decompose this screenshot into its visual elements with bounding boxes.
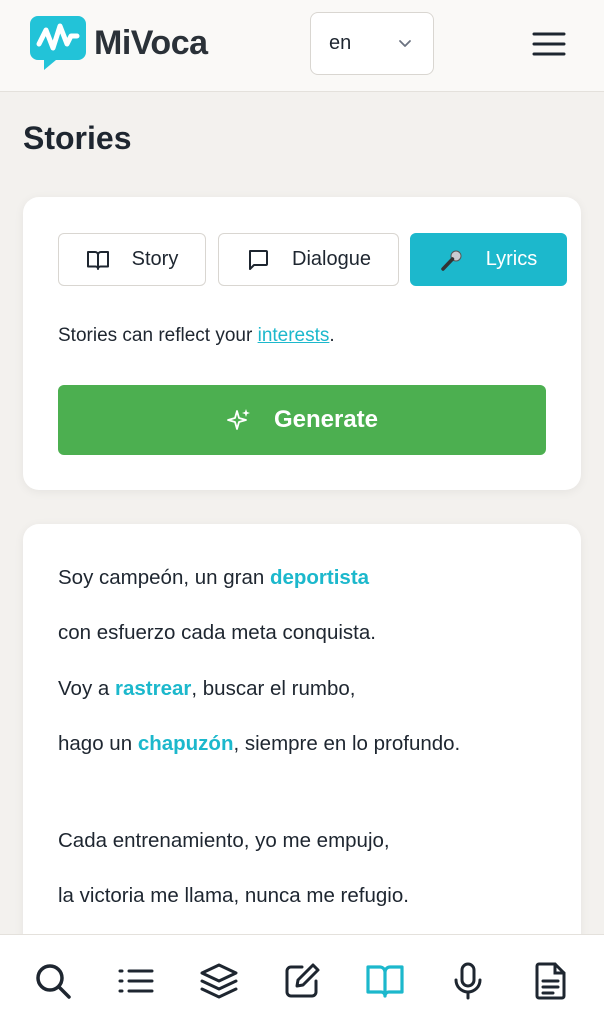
- generate-button[interactable]: Generate: [58, 385, 546, 455]
- microphone-icon: [454, 962, 482, 1000]
- lyric-text: Voy a: [58, 677, 115, 700]
- nav-documents[interactable]: [531, 961, 571, 1001]
- vocab-word[interactable]: deportista: [270, 566, 369, 589]
- hint-suffix: .: [329, 325, 335, 346]
- lyric-text: con esfuerzo cada meta conquista.: [58, 621, 376, 644]
- vocab-word[interactable]: rastrear: [115, 677, 191, 700]
- page: MiVoca en Stories Story Dialogue Lyrics …: [0, 0, 604, 1024]
- bottom-nav: [0, 934, 604, 1024]
- lyric-text: hago un: [58, 732, 138, 755]
- chevron-down-icon: [399, 40, 411, 47]
- lyrics-mode-label: Lyrics: [485, 248, 538, 270]
- logo-text: MiVoca: [94, 23, 208, 62]
- language-select[interactable]: en: [310, 12, 434, 75]
- dialogue-mode-button[interactable]: Dialogue: [218, 233, 399, 286]
- speech-bubble-icon: [249, 249, 269, 270]
- lyric-line: Soy campeón, un gran deportista: [58, 566, 369, 590]
- nav-layers[interactable]: [199, 961, 239, 1001]
- dialogue-mode-label: Dialogue: [292, 248, 371, 270]
- layers-icon: [200, 963, 238, 999]
- lyric-line: hago un chapuzón, siempre en lo profundo…: [58, 732, 460, 756]
- lyric-text: Soy campeón, un gran: [58, 566, 270, 589]
- lyric-text: la victoria me llama, nunca me refugio.: [58, 884, 409, 907]
- lyrics-mode-button[interactable]: Lyrics: [410, 233, 567, 286]
- sparkles-icon: [227, 409, 250, 430]
- lyrics-card: Soy campeón, un gran deportista con esfu…: [23, 524, 581, 984]
- microphone-icon: [441, 250, 462, 271]
- hint-prefix: Stories can reflect your: [58, 325, 258, 346]
- book-open-icon: [86, 250, 109, 270]
- vocab-word[interactable]: chapuzón: [138, 732, 234, 755]
- logo[interactable]: MiVoca: [30, 14, 208, 72]
- interests-hint: Stories can reflect your interests.: [58, 325, 335, 347]
- page-title: Stories: [23, 120, 132, 156]
- story-mode-label: Story: [131, 248, 179, 270]
- language-value: en: [329, 32, 352, 54]
- interests-link[interactable]: interests: [258, 325, 330, 346]
- list-icon: [118, 969, 154, 993]
- nav-search[interactable]: [33, 961, 73, 1001]
- lyric-text: , siempre en lo profundo.: [233, 732, 461, 755]
- nav-stories[interactable]: [365, 961, 405, 1001]
- hamburger-menu-icon[interactable]: [532, 30, 566, 58]
- edit-icon: [285, 963, 320, 998]
- lyric-line: con esfuerzo cada meta conquista.: [58, 621, 376, 645]
- book-open-icon: [366, 965, 404, 998]
- generate-card: Story Dialogue Lyrics Stories can reflec…: [23, 197, 581, 490]
- lyric-text: , buscar el rumbo,: [191, 677, 356, 700]
- document-icon: [535, 962, 566, 1000]
- logo-icon: [30, 16, 86, 70]
- nav-edit[interactable]: [282, 961, 322, 1001]
- lyric-line: la victoria me llama, nunca me refugio.: [58, 884, 409, 908]
- generate-label: Generate: [273, 406, 379, 433]
- search-icon: [36, 964, 71, 999]
- nav-speaking[interactable]: [448, 961, 488, 1001]
- lyric-text: Cada entrenamiento, yo me empujo,: [58, 829, 390, 852]
- story-mode-button[interactable]: Story: [58, 233, 206, 286]
- lyric-line: Voy a rastrear, buscar el rumbo,: [58, 677, 355, 701]
- lyric-line: Cada entrenamiento, yo me empujo,: [58, 829, 390, 853]
- nav-list[interactable]: [116, 961, 156, 1001]
- app-header: MiVoca en: [0, 0, 604, 92]
